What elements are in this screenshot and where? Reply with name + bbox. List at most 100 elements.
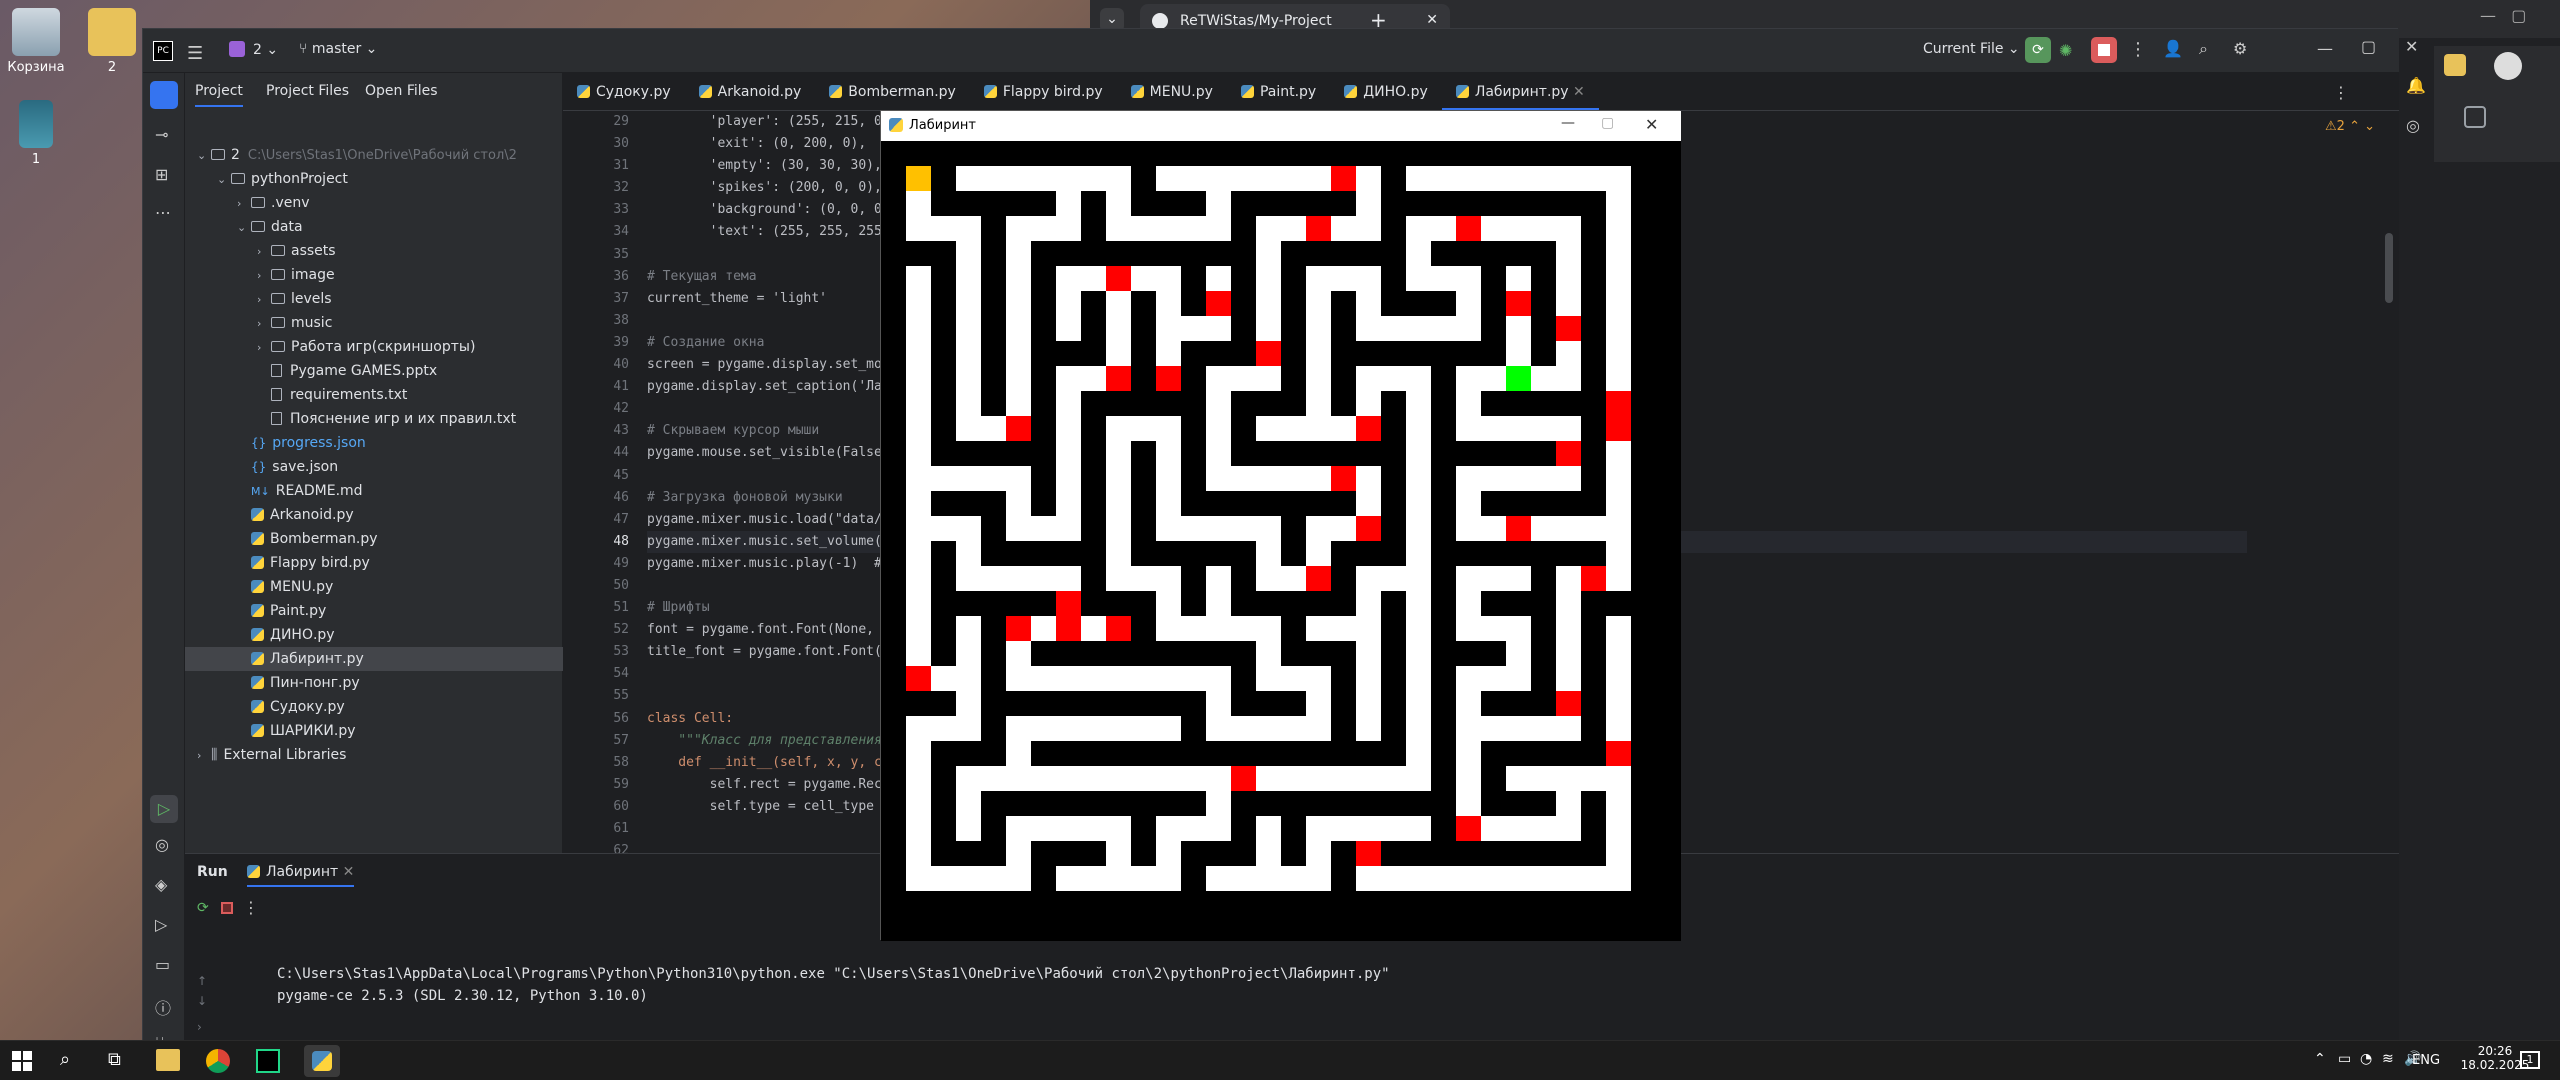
desktop-icon-recycle-bin[interactable]: Корзина xyxy=(0,8,76,75)
minimize-button[interactable]: — xyxy=(2317,39,2333,58)
editor-tab[interactable]: Лабиринт.py ✕ xyxy=(1441,73,1599,111)
desktop-icon-folder-2[interactable]: 2 xyxy=(72,8,152,75)
more-actions-icon[interactable]: ⋮ xyxy=(243,898,259,917)
close-icon[interactable]: ✕ xyxy=(1426,12,1438,28)
add-user-icon[interactable]: 👤 xyxy=(2163,39,2183,58)
tree-item[interactable]: Paint.py xyxy=(185,599,563,623)
tree-item[interactable]: › .venv xyxy=(185,191,563,215)
tree-item[interactable]: Судоку.py xyxy=(185,695,563,719)
close-window-button[interactable]: ✕ xyxy=(1645,115,1658,134)
chrome-icon[interactable] xyxy=(206,1049,230,1073)
close-window-button[interactable]: ✕ xyxy=(2405,37,2418,56)
more-actions-icon[interactable]: ⋮ xyxy=(2129,39,2147,60)
structure-icon[interactable]: ⊞ xyxy=(155,165,168,184)
sidebar-icon[interactable] xyxy=(2464,106,2486,128)
close-icon[interactable]: ✕ xyxy=(343,864,355,880)
notification-center-icon[interactable]: 1 xyxy=(2520,1051,2540,1069)
maze-canvas[interactable] xyxy=(881,141,1681,941)
rerun-icon[interactable]: ⟳ xyxy=(197,900,209,916)
tree-item[interactable]: Bomberman.py xyxy=(185,527,563,551)
tree-item[interactable]: ⌄ data xyxy=(185,215,563,239)
chevron-right-icon[interactable]: › xyxy=(257,336,271,360)
notifications-icon[interactable]: 🔔 xyxy=(2406,76,2426,95)
chevron-down-icon[interactable]: ⌄ xyxy=(237,216,251,240)
tree-item[interactable]: Лабиринт.py xyxy=(185,647,563,671)
pycharm-taskbar-icon[interactable] xyxy=(256,1049,280,1073)
tree-item[interactable]: MENU.py xyxy=(185,575,563,599)
tree-item[interactable]: ДИНО.py xyxy=(185,623,563,647)
tree-item[interactable]: › levels xyxy=(185,287,563,311)
maximize-button[interactable]: ▢ xyxy=(2361,37,2376,56)
editor-tab[interactable]: Flappy bird.py xyxy=(970,73,1117,111)
tree-item[interactable]: M↓ README.md xyxy=(185,479,563,503)
desktop-icon-1[interactable]: 1 xyxy=(0,100,76,167)
tree-item[interactable]: Пин-понг.py xyxy=(185,671,563,695)
avatar[interactable] xyxy=(2494,52,2522,80)
main-menu-icon[interactable]: ☰ xyxy=(187,43,203,64)
chevron-down-icon[interactable]: ⌄ xyxy=(217,168,231,192)
editor-scrollbar[interactable] xyxy=(2385,233,2393,303)
network-icon[interactable]: ◔ xyxy=(2360,1051,2372,1067)
extension-icon[interactable] xyxy=(2444,54,2466,76)
stop-button[interactable] xyxy=(2091,37,2117,63)
tree-item[interactable]: ⌄ 2 C:\Users\Stas1\OneDrive\Рабочий стол\2 xyxy=(185,143,563,167)
tree-item[interactable]: Pygame GAMES.pptx xyxy=(185,359,563,383)
python-taskbar-item[interactable] xyxy=(304,1045,340,1077)
commit-icon[interactable]: ⊸ xyxy=(155,125,168,144)
input-language[interactable]: ENG xyxy=(2412,1053,2440,1068)
chevron-right-icon[interactable]: › xyxy=(197,744,211,768)
tab-project-files[interactable]: Project Files xyxy=(266,83,349,99)
scroll-down-icon[interactable]: ↓ xyxy=(197,994,207,1008)
start-button-icon[interactable] xyxy=(12,1051,32,1071)
stop-icon[interactable] xyxy=(221,902,233,914)
tree-item[interactable]: {} progress.json xyxy=(185,431,563,455)
chevron-down-icon[interactable]: ⌄ xyxy=(197,144,211,168)
tree-item[interactable]: › image xyxy=(185,263,563,287)
terminal-icon[interactable]: ▭ xyxy=(155,955,170,974)
task-view-icon[interactable]: ⧉ xyxy=(108,1049,121,1070)
tree-item[interactable]: ШАРИКИ.py xyxy=(185,719,563,743)
editor-tab[interactable]: Paint.py xyxy=(1227,73,1330,111)
warnings-indicator[interactable]: ⚠2 ⌃ ⌄ xyxy=(2325,119,2375,134)
close-icon[interactable]: ✕ xyxy=(1569,84,1585,100)
chevron-right-icon[interactable]: › xyxy=(237,192,251,216)
maximize-button[interactable]: ▢ xyxy=(1601,115,1614,131)
editor-tab[interactable]: Судоку.py xyxy=(563,73,685,111)
debug-icon[interactable]: ✺ xyxy=(2059,41,2072,60)
tree-item[interactable]: › music xyxy=(185,311,563,335)
tree-item[interactable]: › Работа игр(скриншорты) xyxy=(185,335,563,359)
search-icon[interactable]: ⌕ xyxy=(2199,39,2208,59)
layers-icon[interactable]: ◈ xyxy=(155,875,167,894)
editor-tab[interactable]: Arkanoid.py xyxy=(685,73,816,111)
branch-switcher[interactable]: ⑂ master ⌄ xyxy=(299,41,377,57)
run-tool-icon[interactable]: ▷ xyxy=(150,795,178,823)
problems-icon[interactable]: ⓘ xyxy=(155,995,171,1019)
search-icon[interactable]: ⌕ xyxy=(60,1049,70,1070)
tree-item[interactable]: Arkanoid.py xyxy=(185,503,563,527)
chevron-right-icon[interactable]: › xyxy=(257,264,271,288)
run-config-selector[interactable]: Current File ⌄ xyxy=(1923,41,2020,57)
settings-gear-icon[interactable]: ⚙ xyxy=(2233,39,2247,58)
chevron-right-icon[interactable]: › xyxy=(257,312,271,336)
device-icon[interactable]: ▭ xyxy=(2338,1051,2351,1067)
editor-tab[interactable]: MENU.py xyxy=(1117,73,1227,111)
chevron-right-icon[interactable]: › xyxy=(257,288,271,312)
minimize-button[interactable]: — xyxy=(1561,115,1575,131)
chevron-up-icon[interactable]: ⌃ xyxy=(2314,1051,2326,1067)
tree-item[interactable]: ⌄ pythonProject xyxy=(185,167,563,191)
tree-item[interactable]: › ⫼ External Libraries xyxy=(185,743,563,767)
python-console-icon[interactable]: ◎ xyxy=(155,835,169,854)
chevron-right-icon[interactable]: › xyxy=(257,240,271,264)
run-config-tab[interactable]: Лабиринт ✕ xyxy=(247,864,355,887)
tree-item[interactable]: {} save.json xyxy=(185,455,563,479)
more-tools-icon[interactable]: ⋯ xyxy=(155,203,171,222)
project-tool-icon[interactable] xyxy=(150,81,178,109)
tab-open-files[interactable]: Open Files xyxy=(365,83,438,99)
ai-assistant-icon[interactable]: ◎ xyxy=(2406,116,2420,135)
tree-item[interactable]: requirements.txt xyxy=(185,383,563,407)
tree-item[interactable]: Пояснение игр и их правил.txt xyxy=(185,407,563,431)
editor-tab[interactable]: Bomberman.py xyxy=(815,73,970,111)
rerun-button[interactable]: ⟳ xyxy=(2025,37,2051,63)
project-switcher[interactable]: 2 ⌄ xyxy=(229,41,278,58)
services-icon[interactable]: ▷ xyxy=(155,915,167,934)
